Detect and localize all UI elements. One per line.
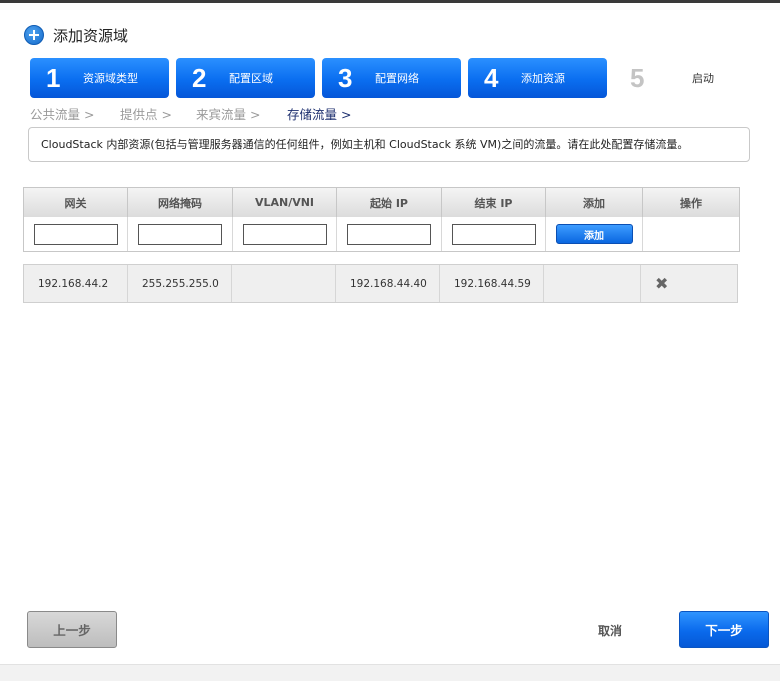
step-label: 资源域类型: [83, 72, 138, 85]
header-gateway: 网关: [24, 188, 128, 217]
header-actions: 操作: [680, 196, 702, 210]
step-4-add-resources[interactable]: 4 添加资源: [468, 58, 607, 98]
step-number: 4: [484, 62, 499, 93]
step-number: 5: [630, 62, 645, 93]
step-label: 启动: [692, 72, 714, 85]
step-label: 配置区域: [229, 72, 273, 85]
subnav-public-traffic[interactable]: 公共流量 >: [30, 104, 94, 123]
cancel-button[interactable]: 取消: [585, 620, 635, 640]
header-vlan: VLAN/VNI: [233, 188, 337, 217]
previous-button[interactable]: 上一步: [27, 611, 117, 648]
ip-range-input-row: 添加: [23, 217, 740, 252]
storage-traffic-description: CloudStack 内部资源(包括与管理服务器通信的任何组件，例如主机和 Cl…: [28, 127, 750, 162]
step-1-zone-type[interactable]: 1 资源域类型: [30, 58, 169, 98]
ip-range-table-header: 网关 网络掩码 VLAN/VNI 起始 IP 结束 IP 添加 操作: [23, 187, 740, 218]
subnav-storage-traffic[interactable]: 存储流量 >: [287, 104, 351, 123]
step-3-setup-network[interactable]: 3 配置网络: [322, 58, 461, 98]
row-actions: ✖: [641, 265, 737, 302]
vlan-cell: [233, 217, 337, 251]
footer-strip: [0, 664, 780, 681]
row-add: [544, 265, 641, 302]
subnav-pod[interactable]: 提供点 >: [120, 104, 172, 123]
step-2-setup-zone[interactable]: 2 配置区域: [176, 58, 315, 98]
row-end-ip: 192.168.44.59: [440, 265, 544, 302]
step-5-launch: 5 启动: [620, 58, 714, 98]
top-border: [0, 0, 780, 3]
dialog-title: 添加资源域: [24, 24, 128, 46]
start-ip-cell: [337, 217, 442, 251]
subnav-guest-traffic[interactable]: 来宾流量 >: [196, 104, 260, 123]
row-start-ip: 192.168.44.40: [336, 265, 440, 302]
next-button[interactable]: 下一步: [679, 611, 769, 648]
step-number: 1: [46, 62, 61, 93]
row-vlan: [232, 265, 336, 302]
gateway-input[interactable]: [33, 223, 118, 245]
gateway-cell: [24, 217, 128, 251]
plus-circle-icon: [24, 25, 44, 45]
end-ip-cell: [442, 217, 546, 251]
header-add: 添加: [546, 188, 643, 217]
step-label: 添加资源: [521, 72, 565, 85]
row-gateway: 192.168.44.2: [24, 265, 128, 302]
add-cell: 添加: [546, 217, 643, 251]
row-netmask: 255.255.255.0: [128, 265, 232, 302]
delete-x-icon[interactable]: ✖: [655, 274, 668, 293]
netmask-cell: [128, 217, 233, 251]
actions-cell: [643, 217, 739, 251]
header-end-ip: 结束 IP: [442, 188, 546, 217]
header-start-ip: 起始 IP: [337, 188, 442, 217]
header-netmask: 网络掩码: [128, 188, 233, 217]
step-number: 2: [192, 62, 207, 93]
add-ip-range-button[interactable]: 添加: [555, 224, 633, 244]
step-label: 配置网络: [375, 72, 419, 85]
dialog-title-text: 添加资源域: [53, 26, 129, 45]
step-number: 3: [338, 62, 353, 93]
vlan-input[interactable]: [242, 223, 327, 245]
table-row: 192.168.44.2 255.255.255.0 192.168.44.40…: [23, 264, 738, 303]
start-ip-input[interactable]: [347, 223, 431, 245]
end-ip-input[interactable]: [451, 223, 536, 245]
netmask-input[interactable]: [138, 223, 222, 245]
